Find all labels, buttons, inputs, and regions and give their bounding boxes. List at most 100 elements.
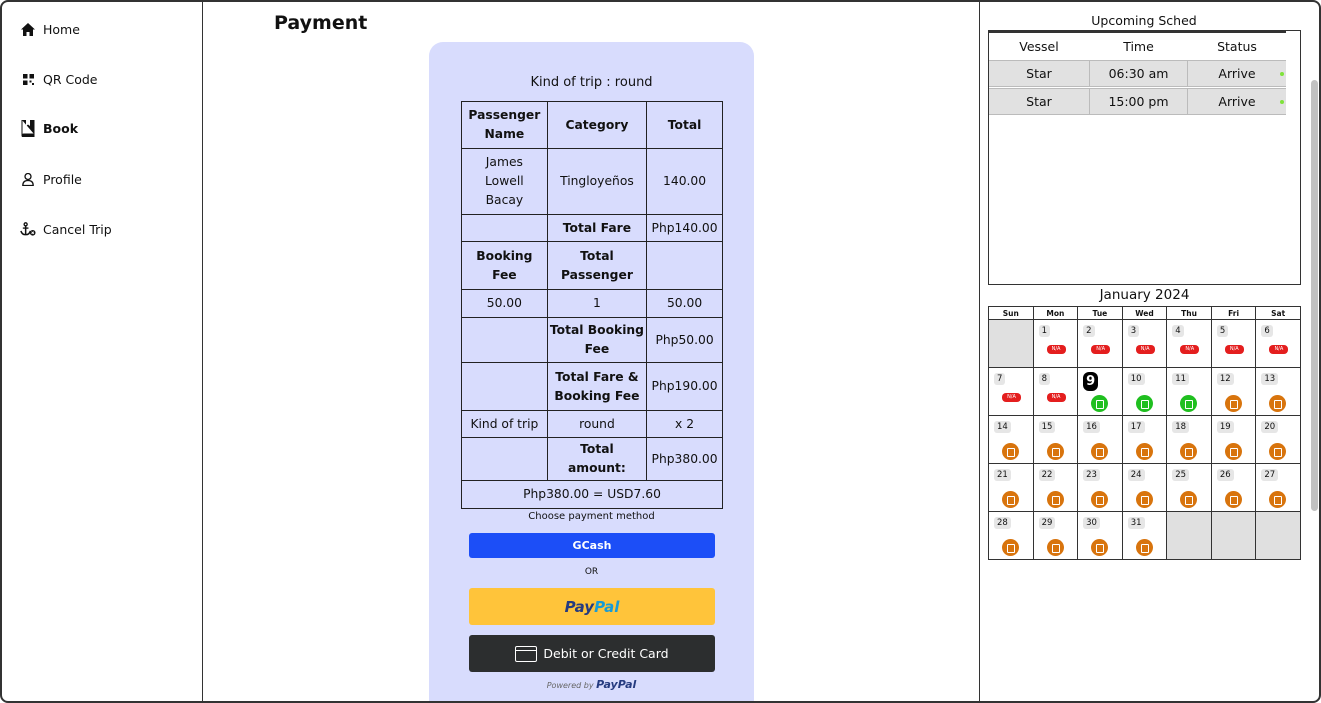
payment-card: Kind of trip : round Passenger Name Cate… (429, 42, 754, 701)
header-status: Status (1217, 39, 1257, 54)
paypal-logo-left: Pay (564, 597, 595, 616)
passenger-total-cell: 140.00 (646, 148, 723, 215)
calendar-day-1[interactable]: 1 N/A (1032, 319, 1079, 368)
empty-cell (461, 317, 548, 363)
calendar-day-17[interactable]: 17 (1121, 415, 1168, 464)
table-row: Passenger Name Category Total (461, 101, 723, 149)
kind-of-trip-value: round (546, 410, 648, 438)
calendar-day-24[interactable]: 24 (1121, 463, 1168, 512)
calendar-day-8[interactable]: 8 N/A (1032, 367, 1079, 416)
calendar-day-14[interactable]: 14 (988, 415, 1034, 464)
calendar-day-10[interactable]: 10 (1121, 367, 1168, 416)
table-row: Total Fare & Booking Fee Php190.00 (461, 362, 723, 411)
calendar-day-number: 3 (1127, 325, 1140, 337)
calendar-empty-cell (1255, 511, 1301, 560)
not-available-badge: N/A (1046, 345, 1066, 354)
calendar-week-row: 14 15 16 17 18 19 20 (988, 415, 1301, 464)
calendar-week-row: 21 22 23 24 25 26 27 (988, 463, 1301, 512)
calendar-day-25[interactable]: 25 (1166, 463, 1212, 512)
schedule-row[interactable]: Star 06:30 am Arrive (989, 60, 1286, 87)
paypal-button[interactable]: Pay Pal (469, 588, 715, 625)
choose-payment-label: Choose payment method (528, 511, 655, 522)
calendar-day-26[interactable]: 26 (1210, 463, 1257, 512)
calendar-day-22[interactable]: 22 (1032, 463, 1079, 512)
calendar-day-27[interactable]: 27 (1255, 463, 1301, 512)
calendar-day-number: 22 (1038, 469, 1056, 481)
available-calendar-icon (1135, 395, 1153, 412)
calendar-day-4[interactable]: 4 N/A (1166, 319, 1212, 368)
weekday-sat: Sat (1255, 306, 1301, 320)
table-row: 50.00 1 50.00 (461, 289, 723, 318)
calendar-day-number: 6 (1261, 325, 1273, 337)
calendar-empty-cell (988, 319, 1034, 368)
anchor-icon (20, 221, 36, 237)
debit-credit-card-button[interactable]: Debit or Credit Card (469, 635, 715, 672)
sidebar-item-qr-code[interactable]: QR Code (20, 71, 98, 87)
not-available-badge: N/A (1224, 345, 1244, 354)
sidebar-item-profile[interactable]: Profile (20, 171, 82, 187)
weekday-thu: Thu (1166, 306, 1212, 320)
booked-calendar-icon (1002, 539, 1019, 556)
calendar-day-7[interactable]: 7 N/A (988, 367, 1034, 416)
kind-of-trip-label: Kind of trip (461, 410, 548, 438)
table-row: Total Fare Php140.00 (461, 214, 723, 242)
calendar-day-number: 16 (1083, 421, 1100, 433)
calendar-body: 1 N/A 2 N/A 3 N/A 4 N/A 5 N/A 6 N/A 7 N/A 8 N/A 9 10 11 12 1… (988, 319, 1301, 560)
calendar-empty-cell (1166, 511, 1212, 560)
calendar-day-number: 8 (1038, 373, 1050, 385)
vessel-cell: Star (1026, 66, 1052, 81)
booking-fee-label: Booking Fee (461, 241, 548, 290)
booked-calendar-icon (1269, 491, 1287, 508)
calendar-day-5[interactable]: 5 N/A (1210, 319, 1257, 368)
status-dot-icon (1280, 72, 1284, 76)
currency-conversion: Php380.00 = USD7.60 (461, 480, 723, 509)
sidebar-item-home[interactable]: Home (20, 21, 80, 37)
calendar-day-9[interactable]: 9 (1077, 367, 1123, 416)
fare-and-fee-value: Php190.00 (646, 362, 723, 411)
sidebar-item-book[interactable]: Book (20, 119, 78, 137)
header-category: Category (546, 101, 648, 149)
calendar-day-number: 15 (1038, 421, 1056, 433)
calendar-day-number: 4 (1172, 325, 1184, 337)
scrollbar[interactable] (1311, 80, 1318, 511)
not-available-badge: N/A (1046, 393, 1066, 402)
calendar-day-28[interactable]: 28 (988, 511, 1034, 560)
calendar-day-20[interactable]: 20 (1255, 415, 1301, 464)
sidebar: Home QR Code Book Profile Cancel Trip (2, 2, 203, 701)
calendar-day-29[interactable]: 29 (1032, 511, 1079, 560)
booked-calendar-icon (1046, 539, 1064, 556)
calendar-day-2[interactable]: 2 N/A (1077, 319, 1123, 368)
calendar-day-18[interactable]: 18 (1166, 415, 1212, 464)
page-title: Payment (274, 12, 368, 34)
booked-calendar-icon (1224, 491, 1242, 508)
calendar-day-15[interactable]: 15 (1032, 415, 1079, 464)
calendar-day-30[interactable]: 30 (1077, 511, 1123, 560)
table-row: Total amount: Php380.00 (461, 437, 723, 481)
passenger-category-cell: Tingloyeños (546, 148, 648, 215)
available-calendar-icon (1091, 395, 1109, 412)
sidebar-item-cancel-trip[interactable]: Cancel Trip (20, 221, 112, 237)
calendar-day-16[interactable]: 16 (1077, 415, 1123, 464)
table-row: Php380.00 = USD7.60 (461, 480, 723, 509)
calendar-day-13[interactable]: 13 (1255, 367, 1301, 416)
calendar-day-number: 13 (1261, 373, 1279, 385)
calendar-day-31[interactable]: 31 (1121, 511, 1168, 560)
table-row: Booking Fee Total Passenger (461, 241, 723, 290)
header-passenger-name: Passenger Name (461, 101, 548, 149)
table-row: Total Booking Fee Php50.00 (461, 317, 723, 363)
gcash-button[interactable]: GCash (469, 533, 715, 558)
calendar-day-19[interactable]: 19 (1210, 415, 1257, 464)
booked-calendar-icon (1135, 443, 1153, 460)
booked-calendar-icon (1224, 395, 1242, 412)
calendar-day-11[interactable]: 11 (1166, 367, 1212, 416)
calendar-day-6[interactable]: 6 N/A (1255, 319, 1301, 368)
calendar-day-23[interactable]: 23 (1077, 463, 1123, 512)
calendar-day-21[interactable]: 21 (988, 463, 1034, 512)
calendar-day-12[interactable]: 12 (1210, 367, 1257, 416)
calendar-day-3[interactable]: 3 N/A (1121, 319, 1168, 368)
schedule-row[interactable]: Star 15:00 pm Arrive (989, 88, 1286, 115)
weekday-tue: Tue (1077, 306, 1123, 320)
empty-cell (461, 362, 548, 411)
sidebar-item-label: Home (43, 21, 80, 37)
user-icon (20, 171, 36, 187)
